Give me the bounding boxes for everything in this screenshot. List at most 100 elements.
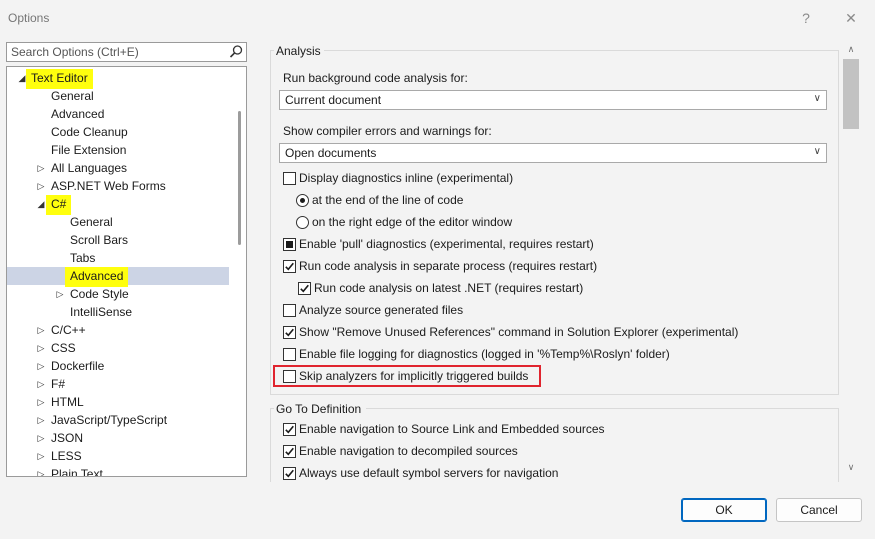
- panel-scrollbar[interactable]: ∧ ∨: [843, 44, 859, 476]
- search-box[interactable]: [6, 42, 247, 62]
- tree-item-label: General: [70, 215, 113, 229]
- option-label[interactable]: Run code analysis in separate process (r…: [299, 259, 597, 273]
- collapsed-arrow-icon[interactable]: ▷: [36, 465, 46, 476]
- tree-item-label: HTML: [51, 395, 84, 409]
- collapsed-arrow-icon[interactable]: ▷: [36, 339, 46, 357]
- checkbox[interactable]: [283, 423, 296, 436]
- tree-item[interactable]: IntelliSense: [7, 303, 229, 321]
- option-label[interactable]: Enable navigation to decompiled sources: [299, 444, 518, 458]
- tree-item[interactable]: ▷ Plain Text: [7, 465, 229, 477]
- background-analysis-combo[interactable]: Current document ∨: [279, 90, 827, 110]
- tree-item-label: JavaScript/TypeScript: [51, 413, 168, 427]
- collapsed-arrow-icon[interactable]: ▷: [36, 375, 46, 393]
- collapsed-arrow-icon[interactable]: ▷: [36, 177, 46, 195]
- collapsed-arrow-icon[interactable]: ▷: [36, 321, 46, 339]
- option-label[interactable]: Show "Remove Unused References" command …: [299, 325, 738, 339]
- title-bar: Options ? ✕: [0, 0, 875, 36]
- collapsed-arrow-icon[interactable]: ▷: [36, 429, 46, 447]
- scroll-down-icon[interactable]: ∨: [845, 462, 857, 473]
- tree-item[interactable]: ▷ F#: [7, 375, 229, 393]
- tree-item[interactable]: ▷ Dockerfile: [7, 357, 229, 375]
- checkbox[interactable]: [298, 282, 311, 295]
- checkbox[interactable]: [283, 172, 296, 185]
- tree-item-label: Advanced: [51, 107, 105, 121]
- collapsed-arrow-icon[interactable]: ▷: [36, 411, 46, 429]
- search-icon[interactable]: [228, 44, 244, 60]
- tree-item-label: Code Cleanup: [51, 125, 128, 139]
- tree-item-label: F#: [51, 377, 66, 391]
- option-label[interactable]: Display diagnostics inline (experimental…: [299, 171, 513, 185]
- options-tree: ◢ Text Editor General Advanced Code Cleanup F…: [6, 66, 247, 477]
- option-label[interactable]: Enable navigation to Source Link and Emb…: [299, 422, 605, 436]
- tree-item[interactable]: ◢ Text Editor: [7, 69, 229, 89]
- tree-item-label: Plain Text: [51, 467, 103, 477]
- option-label[interactable]: Enable file logging for diagnostics (log…: [299, 347, 670, 361]
- tree-item[interactable]: Advanced: [7, 267, 229, 287]
- option-label[interactable]: Run code analysis on latest .NET (requir…: [314, 281, 583, 295]
- option-label[interactable]: Enable 'pull' diagnostics (experimental,…: [299, 237, 594, 251]
- tree-item[interactable]: Advanced: [7, 105, 229, 123]
- ok-button[interactable]: OK: [681, 498, 767, 522]
- compiler-errors-combo[interactable]: Open documents ∨: [279, 143, 827, 163]
- collapsed-arrow-icon[interactable]: ▷: [36, 357, 46, 375]
- option-label[interactable]: Always use default symbol servers for na…: [299, 466, 558, 480]
- panel-scrollbar-thumb[interactable]: [843, 59, 859, 129]
- checkbox[interactable]: [283, 348, 296, 361]
- checkbox[interactable]: [283, 445, 296, 458]
- focus-highlight-box: [273, 365, 541, 387]
- compiler-errors-label: Show compiler errors and warnings for:: [283, 124, 492, 138]
- tree-item-label: ASP.NET Web Forms: [51, 179, 166, 193]
- tree-item-label: CSS: [51, 341, 76, 355]
- tree-item[interactable]: Tabs: [7, 249, 229, 267]
- tree-item[interactable]: ▷ C/C++: [7, 321, 229, 339]
- scroll-up-icon[interactable]: ∧: [845, 44, 857, 55]
- background-analysis-value: Current document: [285, 93, 382, 107]
- tree-item[interactable]: ▷ CSS: [7, 339, 229, 357]
- collapsed-arrow-icon[interactable]: ▷: [36, 447, 46, 465]
- analysis-group-title: Analysis: [276, 44, 321, 58]
- tree-item[interactable]: ▷ LESS: [7, 447, 229, 465]
- tree-item-label: General: [51, 89, 94, 103]
- tree-item-label: Tabs: [70, 251, 96, 265]
- tree-item[interactable]: ▷ JSON: [7, 429, 229, 447]
- search-input[interactable]: [7, 43, 231, 61]
- tree-item-label: Scroll Bars: [70, 233, 129, 247]
- tree-item[interactable]: ▷ JavaScript/TypeScript: [7, 411, 229, 429]
- collapsed-arrow-icon[interactable]: ▷: [55, 285, 65, 303]
- close-button[interactable]: ✕: [841, 9, 861, 27]
- tree-item-label: Code Style: [70, 287, 129, 301]
- checkbox[interactable]: [283, 238, 296, 251]
- option-label[interactable]: on the right edge of the editor window: [312, 215, 512, 229]
- collapsed-arrow-icon[interactable]: ▷: [36, 393, 46, 411]
- tree-item[interactable]: General: [7, 87, 229, 105]
- option-label[interactable]: Analyze source generated files: [299, 303, 463, 317]
- goto-group-title: Go To Definition: [276, 402, 362, 416]
- tree-item[interactable]: ◢ C#: [7, 195, 229, 215]
- help-button[interactable]: ?: [796, 9, 816, 27]
- checkbox[interactable]: [283, 326, 296, 339]
- tree-item[interactable]: Code Cleanup: [7, 123, 229, 141]
- tree-item-label: IntelliSense: [70, 305, 133, 319]
- tree-item[interactable]: ▷ Code Style: [7, 285, 229, 303]
- compiler-errors-value: Open documents: [285, 146, 377, 160]
- tree-item[interactable]: ▷ All Languages: [7, 159, 229, 177]
- checkbox[interactable]: [283, 304, 296, 317]
- checkbox[interactable]: [283, 260, 296, 273]
- checkbox[interactable]: [283, 467, 296, 480]
- tree-item[interactable]: Scroll Bars: [7, 231, 229, 249]
- radio-button[interactable]: [296, 194, 309, 207]
- tree-scrollbar-thumb[interactable]: [238, 111, 241, 245]
- option-label[interactable]: at the end of the line of code: [312, 193, 463, 207]
- radio-button[interactable]: [296, 216, 309, 229]
- cancel-button[interactable]: Cancel: [776, 498, 862, 522]
- tree-item[interactable]: ▷ ASP.NET Web Forms: [7, 177, 229, 195]
- tree-item[interactable]: File Extension: [7, 141, 229, 159]
- tree-item[interactable]: ▷ HTML: [7, 393, 229, 411]
- tree-item-label: All Languages: [51, 161, 128, 175]
- tree-item[interactable]: General: [7, 213, 229, 231]
- tree-item-label: JSON: [51, 431, 84, 445]
- collapsed-arrow-icon[interactable]: ▷: [36, 159, 46, 177]
- expanded-arrow-icon[interactable]: ◢: [36, 195, 46, 213]
- tree-item-label: Advanced: [65, 267, 129, 287]
- tree-item-label: File Extension: [51, 143, 127, 157]
